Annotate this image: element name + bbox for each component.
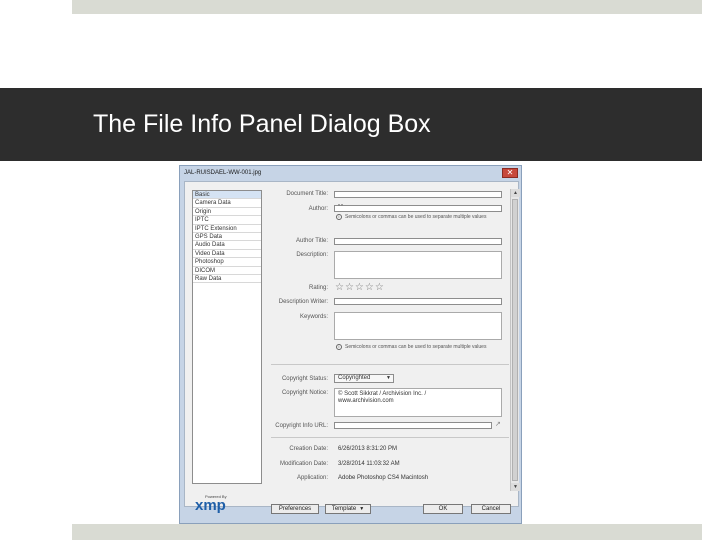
copyright-status-label: Copyright Status: [281, 376, 328, 382]
chevron-down-icon: ▼ [359, 506, 365, 512]
creation-date-value: 6/26/2013 8:31:20 PM [338, 446, 398, 452]
info-icon: i [336, 214, 342, 220]
xmp-logo-text: xmp [195, 497, 226, 514]
document-title-label: Document Title: [286, 191, 328, 197]
author-label: Author: [308, 206, 328, 212]
sidebar-item-photoshop[interactable]: Photoshop [193, 258, 261, 267]
description-label: Description: [296, 252, 328, 258]
ok-button[interactable]: OK [423, 504, 463, 514]
category-list: Basic Camera Data Origin IPTC IPTC Exten… [192, 190, 262, 484]
author-field[interactable] [334, 205, 502, 212]
top-decor-bar [72, 0, 702, 14]
copyright-notice-label: Copyright Notice: [281, 390, 328, 396]
template-button[interactable]: Template ▼ [325, 504, 371, 514]
sidebar-item-iptc[interactable]: IPTC [193, 216, 261, 225]
copyright-info-url-label: Copyright Info URL: [275, 423, 328, 429]
copyright-info-url-field[interactable] [334, 422, 492, 429]
info-icon: i [336, 344, 342, 350]
application-label: Application: [296, 475, 328, 481]
sidebar-item-basic[interactable]: Basic [193, 191, 261, 200]
sidebar-item-raw-data[interactable]: Raw Data [193, 275, 261, 284]
keywords-hint: i Semicolons or commas can be used to sep… [336, 344, 506, 350]
scroll-down-icon[interactable]: ▼ [511, 483, 520, 491]
bottom-decor-bar [72, 524, 702, 540]
dialog-title: JAL-RUISDAEL-WW-001.jpg [184, 170, 262, 176]
description-writer-label: Description Writer: [278, 299, 328, 305]
creation-date-label: Creation Date: [289, 446, 328, 452]
sidebar-item-origin[interactable]: Origin [193, 208, 261, 217]
copyright-notice-value: © Scott Sikkrat / Archivision Inc. / www… [338, 391, 427, 404]
copyright-status-value: Copyrighted [338, 375, 371, 381]
sidebar-item-video-data[interactable]: Video Data [193, 250, 261, 259]
slide: The File Info Panel Dialog Box JAL-RUISD… [0, 0, 720, 540]
close-icon[interactable]: ✕ [502, 168, 518, 178]
document-title-field[interactable] [334, 191, 502, 198]
author-hint-text: Semicolons or commas can be used to sepa… [345, 214, 487, 220]
application-value: Adobe Photoshop CS4 Macintosh [338, 475, 429, 481]
chevron-down-icon: ▼ [386, 375, 391, 381]
vertical-scrollbar[interactable]: ▲ ▼ [510, 189, 520, 491]
sidebar-item-iptc-extension[interactable]: IPTC Extension [193, 225, 261, 233]
rating-stars[interactable]: ☆☆☆☆☆ [335, 282, 385, 293]
dialog-body: Basic Camera Data Origin IPTC IPTC Exten… [184, 181, 520, 514]
sidebar-item-dicom[interactable]: DICOM [193, 267, 261, 275]
author-value: " " [338, 204, 343, 210]
separator [271, 437, 509, 438]
preferences-button[interactable]: Preferences [271, 504, 319, 514]
keywords-label: Keywords: [299, 314, 328, 320]
xmp-logo: Powered By xmp [195, 494, 235, 514]
file-info-dialog: JAL-RUISDAEL-WW-001.jpg ✕ Basic Camera D… [179, 165, 522, 524]
scrollbar-thumb[interactable] [512, 199, 518, 481]
sidebar-item-camera-data[interactable]: Camera Data [193, 199, 261, 208]
sidebar-item-audio-data[interactable]: Audio Data [193, 241, 261, 250]
copyright-status-select[interactable]: Copyrighted ▼ [334, 374, 394, 383]
rating-label: Rating: [308, 285, 328, 291]
modification-date-label: Modification Date: [279, 461, 328, 467]
sidebar-item-gps-data[interactable]: GPS Data [193, 233, 261, 242]
author-hint: i Semicolons or commas can be used to sep… [336, 214, 506, 220]
keywords-hint-text: Semicolons or commas can be used to sepa… [345, 344, 487, 350]
keywords-field[interactable] [334, 312, 502, 340]
slide-title: The File Info Panel Dialog Box [93, 110, 431, 138]
scroll-up-icon[interactable]: ▲ [511, 189, 520, 197]
separator [271, 364, 509, 365]
cancel-button[interactable]: Cancel [471, 504, 511, 514]
copyright-notice-field[interactable]: © Scott Sikkrat / Archivision Inc. / www… [334, 388, 502, 417]
description-field[interactable] [334, 251, 502, 279]
author-title-field[interactable] [334, 238, 502, 245]
description-writer-field[interactable] [334, 298, 502, 305]
template-button-label: Template [331, 506, 357, 512]
modification-date-value: 3/28/2014 11:03:32 AM [338, 461, 400, 467]
author-title-label: Author Title: [295, 238, 328, 244]
go-to-url-icon[interactable]: ↗ [495, 420, 501, 428]
